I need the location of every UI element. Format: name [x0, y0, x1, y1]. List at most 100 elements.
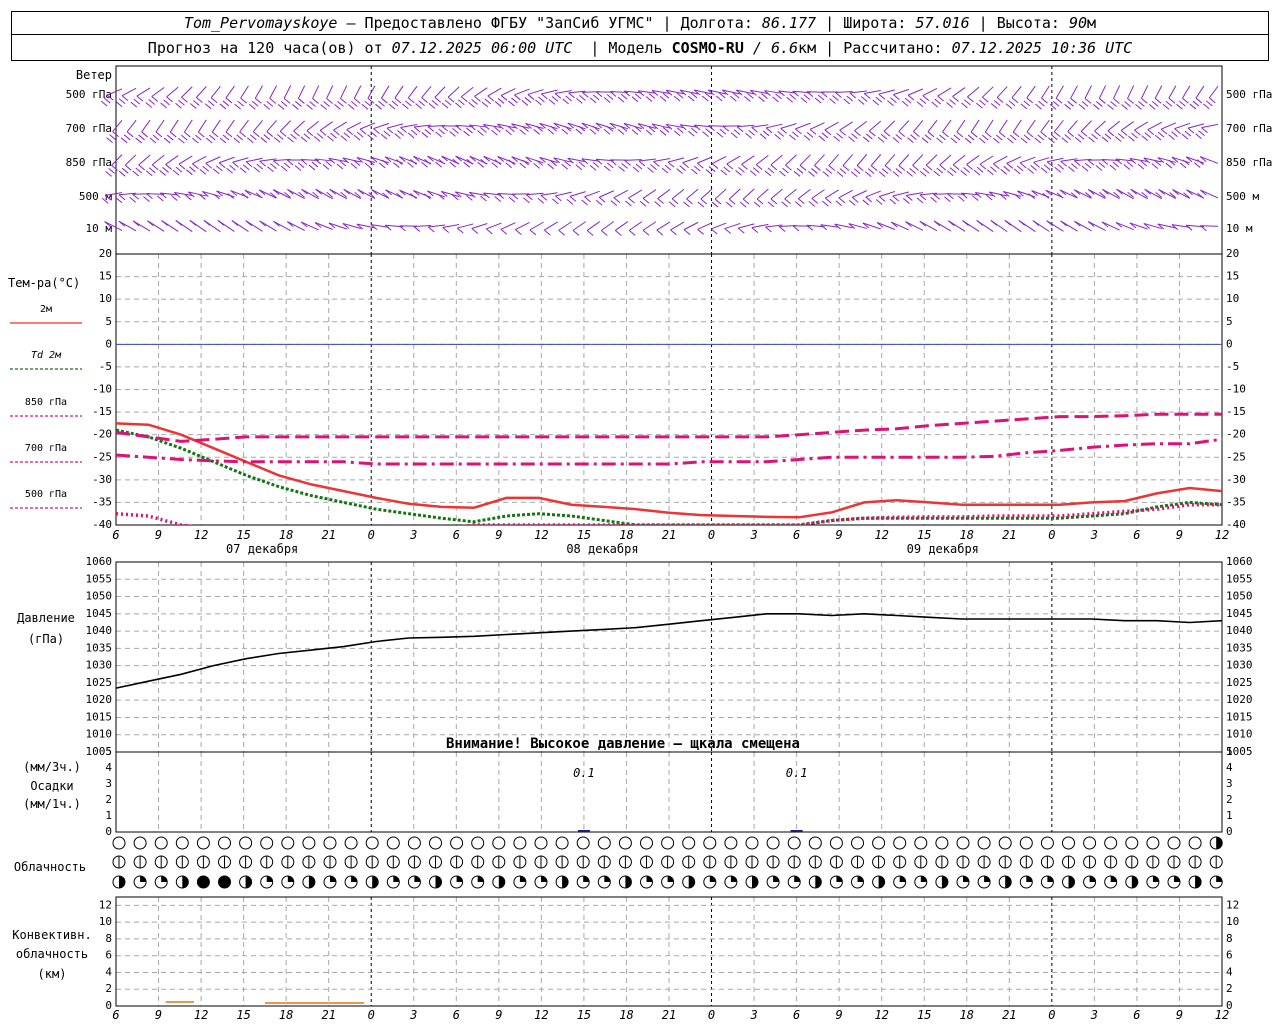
wind-barb-feather	[933, 193, 940, 200]
wind-barb-feather	[711, 201, 719, 208]
x-tick-label: 9	[836, 1008, 843, 1022]
wind-barb-feather	[356, 131, 364, 138]
wind-barb	[1203, 85, 1219, 110]
cloud-half	[1195, 876, 1202, 888]
wind-barb-feather	[421, 97, 428, 104]
wind-barb-feather	[219, 137, 227, 144]
wind-barb-shaft	[1012, 119, 1022, 133]
cloud-symbol	[661, 855, 675, 869]
wind-barb-feather	[205, 137, 213, 144]
wind-barb-feather	[620, 93, 628, 100]
x-tick-label: 21	[321, 1008, 335, 1022]
cloud-quarter-fill	[920, 876, 927, 882]
cloud-symbol	[133, 855, 147, 869]
wind-barb-shaft	[558, 221, 572, 231]
wind-barb-feather	[418, 100, 425, 107]
wind-barb-feather	[118, 170, 126, 177]
wind-barb	[217, 219, 235, 233]
wind-barb-feather	[217, 220, 225, 226]
wind-barb-feather	[521, 100, 529, 106]
y-tick-label-right: 1020	[1226, 693, 1253, 706]
cloud-symbol	[956, 875, 970, 889]
wind-barb-feather	[455, 102, 462, 109]
wind-barb-shaft	[1019, 156, 1036, 164]
wind-barb-feather	[735, 169, 742, 176]
wind-barb-feather	[811, 197, 819, 204]
wind-barb	[353, 122, 376, 141]
wind-barb-feather	[610, 200, 618, 207]
wind-barb-feather	[511, 97, 518, 104]
wind-barb	[239, 157, 263, 174]
wind-barb-feather	[1033, 161, 1040, 168]
cloud-symbol	[154, 836, 168, 850]
wind-barb-feather	[624, 160, 631, 166]
cloud-symbol	[196, 836, 210, 850]
wind-barb-feather	[458, 99, 465, 106]
cloud-symbol	[745, 875, 759, 889]
wind-barb-feather	[755, 164, 763, 171]
wind-barb-shaft	[628, 189, 643, 199]
wind-barb-shaft	[1200, 189, 1219, 199]
wind-barb	[628, 221, 643, 236]
cloud-symbol	[281, 836, 295, 850]
wind-barb-feather	[1003, 165, 1011, 172]
wind-barb-feather	[691, 168, 698, 175]
wind-barb	[835, 189, 853, 207]
wind-barb-feather	[628, 230, 636, 236]
wind-barb-feather	[984, 131, 992, 138]
wind-barb-feather	[990, 103, 998, 109]
wind-barb-feather	[808, 171, 815, 177]
wind-barb	[595, 190, 614, 206]
cloud-circle	[239, 836, 253, 850]
wind-barb	[388, 85, 404, 110]
wind-barb-feather	[494, 159, 502, 165]
wind-barb-feather	[491, 129, 498, 136]
wind-barb-feather	[175, 220, 183, 226]
wind-barb-feather	[842, 165, 850, 171]
wind-barb-feather	[1154, 134, 1162, 141]
wind-barb-feather	[471, 98, 478, 105]
wind-barb-feather	[864, 171, 872, 178]
cloud-symbol	[745, 836, 759, 850]
cloud-circle	[787, 836, 801, 850]
x-tick-label: 12	[874, 528, 888, 542]
wind-barb-feather	[1184, 130, 1192, 137]
wind-barb-feather	[907, 137, 914, 144]
wind-barb-feather	[961, 102, 968, 109]
wind-barb-feather	[778, 226, 786, 232]
wind-barb-feather	[1020, 137, 1028, 144]
wind-barb-shaft	[239, 119, 249, 133]
wind-barb	[1060, 220, 1078, 232]
wind-barb-feather	[286, 159, 294, 166]
wind-barb-shaft	[183, 119, 193, 133]
cloud-symbol	[1188, 875, 1202, 889]
cloud-symbol	[239, 836, 253, 850]
wind-barb	[515, 221, 530, 235]
wind-barb-shaft	[210, 85, 221, 99]
wind-barb	[246, 119, 263, 144]
cloud-symbol	[977, 836, 991, 850]
wind-barb-feather	[1157, 131, 1165, 138]
wind-barb-feather	[711, 163, 719, 169]
precip-value-label: 0.1	[573, 766, 595, 780]
conv-title-1: Конвективн.	[12, 928, 91, 942]
cloud-quarter-fill	[1110, 876, 1117, 882]
cloud-half	[119, 876, 125, 888]
wind-barb-feather	[1019, 162, 1027, 169]
wind-barb-shaft	[697, 156, 713, 164]
cloud-symbol	[429, 875, 442, 889]
wind-barb-feather	[558, 229, 566, 236]
cloud-circle	[935, 836, 949, 850]
wind-barb-feather	[280, 165, 288, 172]
wind-barb-feather	[373, 128, 380, 134]
wind-barb	[1006, 119, 1022, 144]
wind-barb-feather	[1206, 100, 1213, 107]
wind-barb-feather	[148, 99, 156, 105]
cloud-circle	[597, 836, 611, 850]
wind-barb-feather	[449, 161, 456, 168]
wind-barb-shaft	[258, 189, 277, 199]
wind-barb-shaft	[197, 119, 207, 133]
wind-barb	[306, 85, 320, 110]
cloud-symbol	[998, 855, 1012, 869]
wind-barb-shaft	[724, 222, 741, 230]
